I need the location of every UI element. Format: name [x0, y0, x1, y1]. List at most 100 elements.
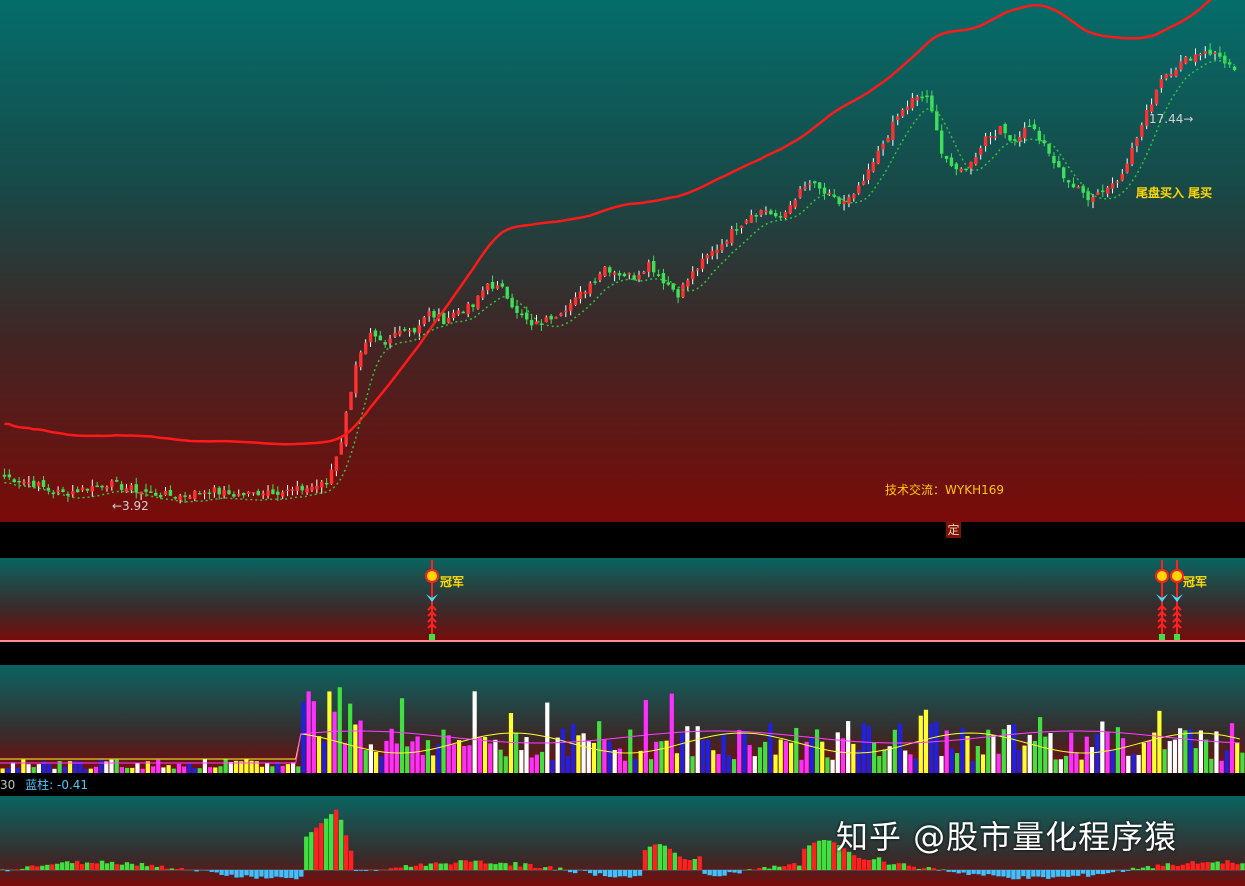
macd-bar	[951, 870, 956, 873]
volume-panel[interactable]	[0, 665, 1245, 773]
macd-bar	[269, 870, 274, 879]
candle-body	[85, 488, 90, 491]
volume-bar	[1006, 724, 1012, 773]
macd-bar	[84, 862, 90, 870]
macd-bar	[1036, 870, 1041, 877]
macd-bar	[1220, 863, 1225, 870]
volume-bar	[280, 765, 285, 773]
signal-gourd-icon	[1155, 569, 1169, 583]
signal-gourd-icon	[1170, 569, 1184, 583]
candle-body	[158, 495, 163, 498]
volume-bar	[1048, 733, 1053, 773]
candle-body	[847, 197, 851, 204]
volume-bar	[903, 750, 908, 773]
macd-bar	[891, 864, 897, 870]
macd-bar	[986, 870, 991, 875]
macd-bar	[234, 870, 239, 878]
macd-bar	[896, 863, 902, 870]
candle-body	[656, 274, 661, 276]
candle-body	[320, 481, 324, 488]
macd-bar	[767, 868, 772, 870]
candle-body	[241, 493, 246, 496]
volume-bar	[638, 750, 643, 773]
candle-body	[1223, 55, 1227, 64]
volume-bar	[1074, 752, 1079, 773]
macd-bar	[1075, 870, 1081, 876]
candle-body	[207, 492, 212, 495]
candle-body	[466, 303, 470, 314]
macd-bar	[139, 863, 145, 870]
volume-bar	[508, 713, 514, 773]
volume-bar	[991, 735, 996, 773]
candle-body	[1013, 139, 1017, 141]
macd-bar	[941, 869, 946, 870]
candle-body	[593, 281, 597, 283]
candle-body	[383, 342, 387, 345]
macd-bar	[463, 860, 468, 870]
volume-bar	[1162, 749, 1167, 773]
candle-body	[115, 479, 119, 482]
volume-bar	[851, 743, 856, 773]
volume-bar	[737, 729, 742, 773]
macd-bar	[1016, 870, 1021, 880]
signal-panel[interactable]: 冠军 冠军	[0, 558, 1245, 642]
candle-body	[456, 310, 461, 315]
volume-bar	[166, 765, 171, 773]
volume-bar	[711, 750, 716, 773]
candle-body	[100, 485, 104, 488]
macd-bar	[1130, 867, 1136, 870]
candle-body	[398, 330, 402, 335]
volume-bar	[1001, 729, 1006, 773]
volume-bar	[809, 737, 814, 773]
candle-body	[280, 492, 285, 497]
candle-body	[393, 332, 397, 337]
volume-bar	[16, 767, 21, 773]
volume-bar	[731, 759, 737, 773]
candle-body	[778, 216, 783, 218]
candle-body	[246, 491, 251, 494]
signal-base-marker	[429, 634, 435, 640]
volume-bar	[99, 759, 104, 773]
candle-body	[734, 229, 739, 231]
candle-body	[632, 275, 636, 280]
macd-bar	[946, 870, 951, 872]
macd-bar	[1041, 870, 1046, 878]
macd-bar	[592, 870, 598, 876]
volume-bar	[882, 749, 887, 773]
candle-body	[61, 489, 65, 493]
volume-bar	[259, 766, 265, 773]
candle-body	[193, 491, 197, 499]
macd-bar	[324, 818, 329, 870]
volume-bar	[1038, 717, 1043, 773]
volume-bar	[125, 767, 130, 773]
buy-signal-label: 尾盘买入 尾买	[1136, 186, 1213, 200]
candle-body	[935, 111, 939, 131]
macd-bar	[174, 869, 179, 870]
candle-body	[451, 312, 456, 318]
macd-bar	[55, 863, 60, 870]
candle-body	[568, 303, 573, 311]
volume-bar	[358, 720, 363, 773]
macd-bar	[508, 865, 513, 870]
macd-bar	[304, 836, 309, 870]
candle-body	[974, 157, 978, 165]
macd-bar	[478, 860, 483, 870]
volume-bar	[960, 727, 965, 773]
macd-bar	[757, 868, 762, 870]
macd-bar	[219, 870, 224, 875]
candle-body	[798, 188, 802, 198]
candle-body	[1047, 143, 1051, 154]
macd-bar	[25, 866, 30, 870]
volume-bar	[607, 741, 612, 773]
candle-body	[691, 271, 695, 280]
candle-body	[583, 291, 588, 295]
volume-bar	[923, 709, 929, 773]
volume-bar	[1084, 736, 1089, 773]
candlestick-panel[interactable]: ←3.92 17.44→ 尾盘买入 尾买 技术交流：WYKH169	[0, 0, 1245, 522]
volume-bar	[291, 762, 296, 773]
date-marker[interactable]: 定	[946, 522, 961, 538]
macd-bar	[448, 864, 453, 870]
candle-body	[295, 486, 300, 491]
macd-bar	[1095, 870, 1101, 874]
macd-bar	[916, 868, 921, 870]
